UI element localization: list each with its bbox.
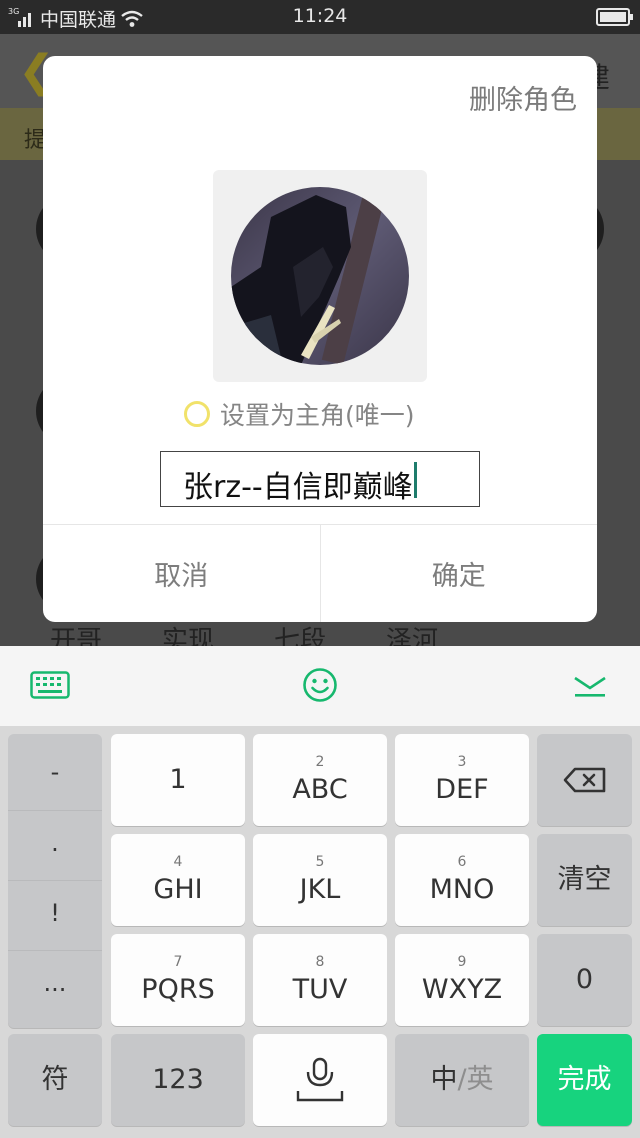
key-number: 9: [457, 954, 467, 970]
key-number: 6: [457, 854, 467, 870]
key-label: TUV: [292, 974, 348, 1005]
ime-english-label: 英: [466, 1064, 494, 1095]
backspace-key[interactable]: [537, 734, 632, 826]
key-label: WXYZ: [421, 974, 503, 1005]
key-8[interactable]: 8 TUV: [253, 934, 387, 1026]
avatar[interactable]: [231, 187, 409, 365]
set-protagonist-label: 设置为主角(唯一): [220, 401, 415, 430]
role-name-input[interactable]: 张rz--自信即巅峰: [160, 451, 480, 507]
number-switch-key[interactable]: 123: [111, 1034, 245, 1126]
t9-keyboard: - . ! ... 1 2 ABC 3 DEF 4 GHI 5 JKL 6 MN…: [0, 726, 640, 1138]
language-toggle-key[interactable]: 中/英: [395, 1034, 529, 1126]
battery-icon: [596, 8, 633, 26]
status-bar: 3G 中国联通 11:24: [0, 0, 640, 34]
key-0[interactable]: 0: [537, 934, 632, 1026]
key-label: JKL: [299, 874, 341, 905]
text-caret: [413, 462, 417, 498]
key-label: ABC: [292, 774, 348, 805]
background-name: 开哥: [50, 626, 103, 646]
collapse-keyboard-icon[interactable]: [572, 672, 608, 700]
key-5[interactable]: 5 JKL: [253, 834, 387, 926]
avatar-picker[interactable]: [213, 170, 427, 382]
key-label: DEF: [435, 774, 489, 805]
role-name-value: 张rz--自信即巅峰: [183, 470, 413, 505]
symbol-switch-key[interactable]: 符: [8, 1034, 102, 1126]
key-label: 0: [575, 964, 594, 995]
keyboard-toolbar: [0, 646, 640, 726]
key-1[interactable]: 1: [111, 734, 245, 826]
set-protagonist-option[interactable]: 设置为主角(唯一): [184, 396, 415, 432]
key-7[interactable]: 7 PQRS: [111, 934, 245, 1026]
key-label: 完成: [557, 1064, 612, 1095]
confirm-button[interactable]: 确定: [319, 525, 598, 622]
symbol-key-ellipsis[interactable]: ...: [8, 950, 102, 1014]
keyboard-icon[interactable]: [30, 671, 70, 699]
key-number: 8: [315, 954, 325, 970]
key-label: MNO: [429, 874, 495, 905]
emoji-icon[interactable]: [302, 667, 338, 703]
background-name: 七段: [274, 626, 327, 646]
delete-role-button[interactable]: 删除角色: [469, 78, 577, 117]
key-label: GHI: [153, 874, 203, 905]
key-number: 5: [315, 854, 325, 870]
symbol-key-exclamation[interactable]: !: [8, 880, 102, 944]
key-label: 123: [152, 1064, 204, 1095]
symbol-key-dash[interactable]: -: [8, 740, 102, 804]
background-name: 泽河: [386, 626, 439, 646]
background-name-list: 开哥 实现 七段 泽河: [0, 620, 640, 646]
symbol-column: - . ! ...: [8, 734, 102, 1028]
backspace-icon: [563, 767, 605, 793]
key-number: 4: [173, 854, 183, 870]
dialog-actions: 取消 确定: [43, 524, 597, 622]
key-number: 7: [173, 954, 183, 970]
key-number: 3: [457, 754, 467, 770]
key-label: 符: [41, 1064, 69, 1095]
key-number: 2: [315, 754, 325, 770]
key-3[interactable]: 3 DEF: [395, 734, 529, 826]
key-6[interactable]: 6 MNO: [395, 834, 529, 926]
symbol-key-period[interactable]: .: [8, 810, 102, 874]
ime-chinese-label: 中: [430, 1064, 458, 1095]
ime-separator: /: [457, 1064, 467, 1095]
key-label: 清空: [557, 864, 612, 895]
key-2[interactable]: 2 ABC: [253, 734, 387, 826]
background-name: 实现: [162, 626, 215, 646]
voice-space-key[interactable]: [253, 1034, 387, 1126]
done-key[interactable]: 完成: [537, 1034, 632, 1126]
key-4[interactable]: 4 GHI: [111, 834, 245, 926]
edit-role-dialog: 删除角色 设置为主角(唯一) 张rz--自信即巅峰 取消 确定: [43, 56, 597, 622]
key-label: 1: [169, 764, 187, 795]
cancel-button[interactable]: 取消: [43, 525, 320, 622]
clear-key[interactable]: 清空: [537, 834, 632, 926]
microphone-icon: [296, 1057, 344, 1102]
radio-button[interactable]: [184, 401, 210, 427]
key-9[interactable]: 9 WXYZ: [395, 934, 529, 1026]
clock: 11:24: [292, 5, 348, 27]
key-label: PQRS: [141, 974, 215, 1005]
